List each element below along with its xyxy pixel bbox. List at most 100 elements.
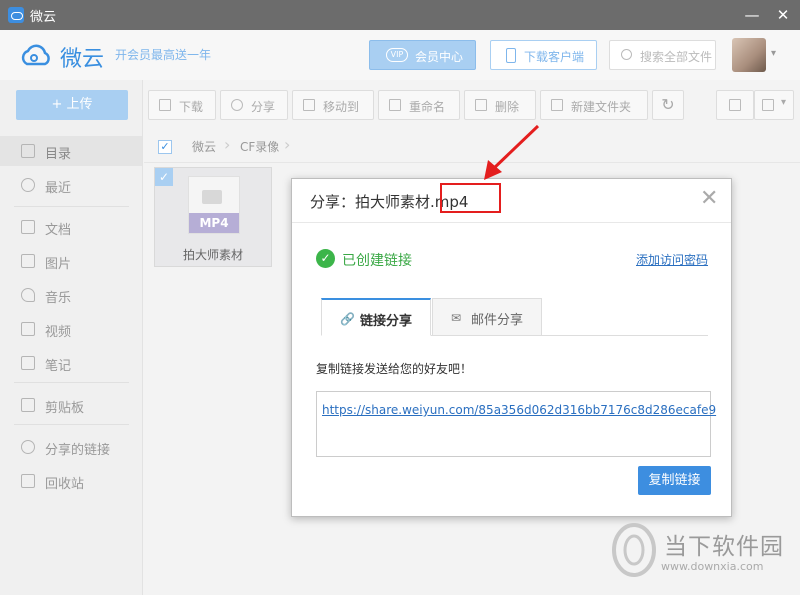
share-dialog: 分享：拍大师素材.mp4 ✕ ✓ 已创建链接 添加访问密码 🔗 链接分享 ✉ 邮… <box>291 178 732 517</box>
panel-icon <box>729 99 741 111</box>
trash-icon <box>21 474 35 488</box>
tab-link-share[interactable]: 🔗 链接分享 <box>321 298 431 336</box>
window-title: 微云 <box>30 10 57 25</box>
status-text: 已创建链接 <box>342 253 412 269</box>
sidebar-divider <box>14 424 129 425</box>
document-icon <box>21 220 35 234</box>
sidebar-item-images[interactable]: 图片 <box>0 246 142 276</box>
new-folder-button[interactable]: 新建文件夹 <box>540 90 648 120</box>
file-checkbox[interactable]: ✓ <box>155 168 173 186</box>
sidebar-item-label: 回收站 <box>45 477 85 492</box>
move-to-label: 移动到 <box>323 100 360 114</box>
weiyun-logo-icon <box>21 44 50 66</box>
preview-pane-toggle[interactable] <box>716 90 754 120</box>
download-button[interactable]: 下载 <box>148 90 216 120</box>
clock-icon <box>21 178 35 192</box>
add-password-link[interactable]: 添加访问密码 <box>636 251 708 268</box>
close-window-button[interactable]: ✕ <box>772 4 794 26</box>
sidebar-item-label: 视频 <box>45 325 72 340</box>
breadcrumb-separator: › <box>224 135 231 154</box>
tab-label: 邮件分享 <box>471 313 524 328</box>
check-circle-icon: ✓ <box>316 249 335 268</box>
move-folder-icon <box>303 99 315 111</box>
sidebar-item-shared-links[interactable]: 分享的链接 <box>0 432 142 462</box>
note-icon <box>21 356 35 370</box>
title-bar: 微云 — ✕ <box>0 0 800 30</box>
refresh-button[interactable]: ↻ <box>652 90 684 120</box>
share-icon <box>231 99 243 111</box>
trash-icon <box>475 99 487 111</box>
image-icon <box>21 254 35 268</box>
share-link[interactable]: https://share.weiyun.com/85a356d062d316b… <box>322 403 716 417</box>
search-input[interactable]: 搜索全部文件 <box>609 40 716 70</box>
download-client-label: 下载客户端 <box>524 50 585 64</box>
phone-icon <box>506 48 516 63</box>
share-tabs: 🔗 链接分享 ✉ 邮件分享 <box>321 298 708 336</box>
chevron-down-icon[interactable]: ▾ <box>771 48 776 59</box>
mail-icon: ✉ <box>451 311 462 325</box>
app-cloud-icon <box>8 7 24 23</box>
new-folder-label: 新建文件夹 <box>571 100 632 114</box>
file-thumbnail: MP4 <box>188 176 240 234</box>
view-mode-toggle[interactable]: ▾ <box>754 90 794 120</box>
sidebar-item-label: 音乐 <box>45 291 72 306</box>
sidebar-divider <box>14 382 129 383</box>
sidebar-item-recent[interactable]: 最近 <box>0 170 142 200</box>
breadcrumb-item-root[interactable]: 微云 <box>192 137 216 157</box>
sidebar: + 上传 目录 最近 文档 图片 音乐 视频 笔记 剪贴板 分享的链接 回收站 <box>0 80 143 595</box>
vip-cloud-icon: VIP <box>386 48 408 62</box>
sidebar-item-directory[interactable]: 目录 <box>0 136 142 166</box>
copy-link-button[interactable]: 复制链接 <box>638 466 711 495</box>
close-icon[interactable]: ✕ <box>700 186 718 211</box>
vip-center-label: 会员中心 <box>415 50 464 64</box>
grid-icon <box>762 99 774 111</box>
search-placeholder: 搜索全部文件 <box>640 50 713 64</box>
upload-button[interactable]: + 上传 <box>16 90 128 120</box>
share-hint: 复制链接发送给您的好友吧！ <box>316 362 473 376</box>
rename-button[interactable]: 重命名 <box>378 90 460 120</box>
chevron-down-icon: ▾ <box>781 97 787 108</box>
search-icon <box>621 49 632 60</box>
vip-promo-link[interactable]: 开会员最高送一年 <box>115 46 211 63</box>
breadcrumb-separator: › <box>284 135 291 154</box>
new-folder-icon <box>551 99 563 111</box>
sidebar-item-videos[interactable]: 视频 <box>0 314 142 344</box>
sidebar-item-label: 剪贴板 <box>45 401 85 416</box>
file-item[interactable]: ✓ MP4 拍大师素材 <box>154 167 272 267</box>
sidebar-item-label: 最近 <box>45 181 72 196</box>
download-client-button[interactable]: 下载客户端 <box>490 40 597 70</box>
sidebar-item-recycle-bin[interactable]: 回收站 <box>0 466 142 496</box>
breadcrumb-item-current[interactable]: CF录像 <box>240 137 279 157</box>
minimize-button[interactable]: — <box>741 4 763 26</box>
link-icon <box>21 440 35 454</box>
select-all-checkbox[interactable]: ✓ <box>158 140 172 154</box>
share-button[interactable]: 分享 <box>220 90 288 120</box>
dialog-header: 分享：拍大师素材.mp4 ✕ <box>292 179 731 223</box>
sidebar-item-label: 目录 <box>45 147 72 162</box>
annotation-arrow-icon <box>484 124 540 180</box>
sidebar-item-music[interactable]: 音乐 <box>0 280 142 310</box>
vip-center-button[interactable]: VIP 会员中心 <box>369 40 476 70</box>
brand-name: 微云 <box>60 47 105 72</box>
file-name: 拍大师素材 <box>182 248 243 262</box>
watermark-logo-icon <box>612 523 656 577</box>
sidebar-item-documents[interactable]: 文档 <box>0 212 142 242</box>
delete-button[interactable]: 删除 <box>464 90 536 120</box>
share-link-field[interactable]: https://share.weiyun.com/85a356d062d316b… <box>316 391 716 457</box>
file-toolbar: 下载 分享 移动到 重命名 删除 新建文件夹 ↻ ▾ <box>144 80 800 130</box>
download-label: 下载 <box>179 100 204 114</box>
watermark-title: 当下软件园 <box>664 534 784 560</box>
sidebar-item-label: 笔记 <box>45 359 72 374</box>
avatar[interactable] <box>732 38 766 72</box>
clipboard-icon <box>21 398 35 412</box>
edit-icon <box>389 99 401 111</box>
sidebar-item-clipboard[interactable]: 剪贴板 <box>0 390 142 420</box>
sidebar-divider <box>14 206 129 207</box>
tab-email-share[interactable]: ✉ 邮件分享 <box>432 298 542 336</box>
file-type-tag: MP4 <box>189 213 239 233</box>
watermark-url: www.downxia.com <box>661 560 764 573</box>
share-label: 分享 <box>251 100 276 114</box>
move-to-button[interactable]: 移动到 <box>292 90 374 120</box>
highlight-box <box>440 183 501 213</box>
sidebar-item-notes[interactable]: 笔记 <box>0 348 142 378</box>
